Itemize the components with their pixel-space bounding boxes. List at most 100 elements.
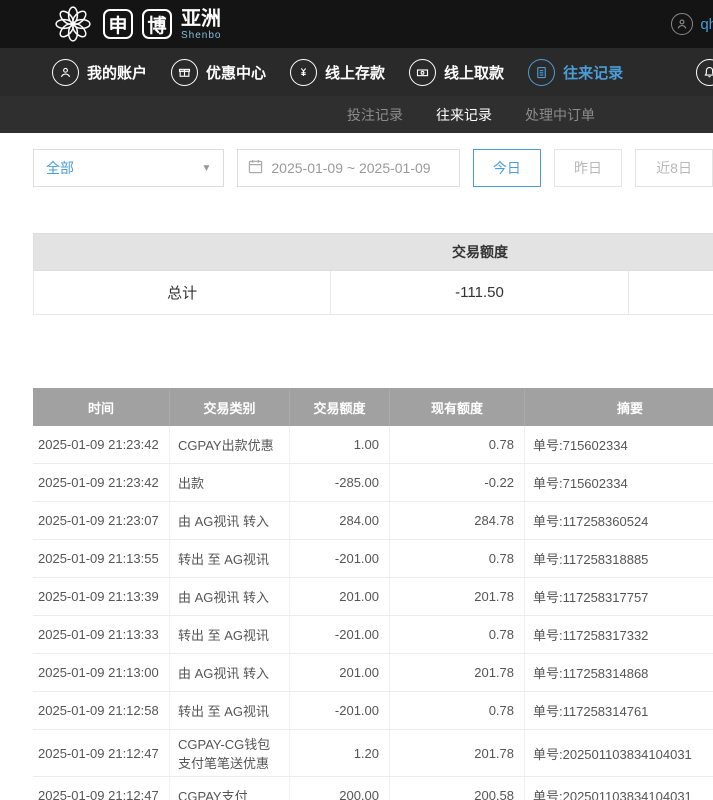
cell-time: 2025-01-09 21:23:42 (33, 464, 170, 501)
table-row: 2025-01-09 21:23:42 CGPAY出款优惠 1.00 0.78 … (33, 426, 713, 464)
summary-empty-cell (629, 271, 713, 314)
tab-processing-orders[interactable]: 处理中订单 (525, 105, 595, 125)
last-8-days-button[interactable]: 近8日 (635, 149, 713, 187)
cell-time: 2025-01-09 21:13:33 (33, 616, 170, 653)
cell-note: 单号:117258360524 (525, 502, 713, 539)
cell-amount: 1.00 (290, 426, 390, 463)
cell-note: 单号:117258314868 (525, 654, 713, 691)
chevron-down-icon: ▼ (201, 163, 211, 174)
cell-balance: 0.78 (390, 616, 525, 653)
cell-time: 2025-01-09 21:23:07 (33, 502, 170, 539)
table-row: 2025-01-09 21:12:58 转出 至 AG视讯 -201.00 0.… (33, 692, 713, 730)
table-row: 2025-01-09 21:13:33 转出 至 AG视讯 -201.00 0.… (33, 616, 713, 654)
bell-icon[interactable] (696, 59, 713, 86)
cell-type: 转出 至 AG视讯 (170, 692, 290, 729)
tab-transaction-records[interactable]: 往来记录 (436, 105, 492, 125)
cell-type: 由 AG视讯 转入 (170, 578, 290, 615)
cell-time: 2025-01-09 21:12:47 (33, 777, 170, 800)
deposit-icon (290, 59, 317, 86)
tab-betting-records[interactable]: 投注记录 (347, 105, 403, 125)
cell-note: 单号:117258317757 (525, 578, 713, 615)
cell-type: 转出 至 AG视讯 (170, 540, 290, 577)
cell-amount: 284.00 (290, 502, 390, 539)
table-row: 2025-01-09 21:13:39 由 AG视讯 转入 201.00 201… (33, 578, 713, 616)
summary-header: 交易额度 (33, 233, 713, 271)
main-navigation: 我的账户 优惠中心 线上存款 线上取款 (0, 48, 713, 96)
cell-balance: 201.78 (390, 730, 525, 776)
cell-balance: -0.22 (390, 464, 525, 501)
header-type: 交易类别 (170, 388, 290, 426)
table-row: 2025-01-09 21:13:00 由 AG视讯 转入 201.00 201… (33, 654, 713, 692)
yesterday-button[interactable]: 昨日 (554, 149, 622, 187)
today-button[interactable]: 今日 (473, 149, 541, 187)
nav-item-my-account[interactable]: 我的账户 (52, 59, 147, 86)
top-header-bar: 申 博 亚洲 Shenbo qh (0, 0, 713, 48)
cell-time: 2025-01-09 21:13:55 (33, 540, 170, 577)
nav-label: 我的账户 (87, 62, 147, 83)
user-icon (52, 59, 79, 86)
table-header-row: 时间 交易类别 交易额度 现有额度 摘要 (33, 388, 713, 426)
records-icon (528, 59, 555, 86)
cell-balance: 200.58 (390, 777, 525, 800)
brand-char-bo: 博 (142, 9, 172, 39)
cell-time: 2025-01-09 21:12:58 (33, 692, 170, 729)
cell-time: 2025-01-09 21:23:42 (33, 426, 170, 463)
cell-note: 单号:117258317332 (525, 616, 713, 653)
records-sub-navigation: 投注记录 往来记录 处理中订单 (0, 96, 713, 133)
nav-item-transaction-records[interactable]: 往来记录 (528, 59, 623, 86)
nav-item-promotions[interactable]: 优惠中心 (171, 59, 266, 86)
cell-note: 单号:715602334 (525, 464, 713, 501)
summary-total-label: 总计 (34, 271, 331, 314)
nav-label: 线上存款 (325, 62, 385, 83)
cell-balance: 0.78 (390, 540, 525, 577)
cell-type: CGPAY出款优惠 (170, 426, 290, 463)
cell-amount: 200.00 (290, 777, 390, 800)
category-select[interactable]: 全部 ▼ (33, 149, 224, 187)
cell-type: 由 AG视讯 转入 (170, 502, 290, 539)
cell-amount: -201.00 (290, 616, 390, 653)
table-row: 2025-01-09 21:13:55 转出 至 AG视讯 -201.00 0.… (33, 540, 713, 578)
table-row: 2025-01-09 21:12:47 CGPAY支付 200.00 200.5… (33, 777, 713, 800)
nav-item-deposit[interactable]: 线上存款 (290, 59, 385, 86)
header-balance: 现有额度 (390, 388, 525, 426)
user-account-menu[interactable]: qh (671, 0, 713, 48)
filter-bar: 全部 ▼ 2025-01-09 ~ 2025-01-09 今日 昨日 近8日 (33, 149, 713, 187)
table-row: 2025-01-09 21:23:07 由 AG视讯 转入 284.00 284… (33, 502, 713, 540)
cell-note: 单号:715602334 (525, 426, 713, 463)
summary-table: 交易额度 总计 -111.50 (33, 233, 713, 315)
summary-total-row: 总计 -111.50 (33, 271, 713, 315)
cell-amount: -201.00 (290, 540, 390, 577)
cell-time: 2025-01-09 21:13:39 (33, 578, 170, 615)
nav-label: 往来记录 (563, 62, 623, 83)
brand-logo[interactable]: 申 博 亚洲 Shenbo (52, 3, 221, 45)
cell-balance: 0.78 (390, 426, 525, 463)
table-row: 2025-01-09 21:12:47 CGPAY-CG钱包支付笔笔送优惠 1.… (33, 730, 713, 777)
nav-label: 优惠中心 (206, 62, 266, 83)
transaction-records-table: 时间 交易类别 交易额度 现有额度 摘要 2025-01-09 21:23:42… (33, 388, 713, 800)
cell-amount: -201.00 (290, 692, 390, 729)
cell-balance: 201.78 (390, 578, 525, 615)
cell-type: CGPAY-CG钱包支付笔笔送优惠 (170, 730, 290, 776)
header-time: 时间 (33, 388, 170, 426)
nav-item-withdraw[interactable]: 线上取款 (409, 59, 504, 86)
cell-type: 转出 至 AG视讯 (170, 616, 290, 653)
cell-balance: 284.78 (390, 502, 525, 539)
cell-balance: 0.78 (390, 692, 525, 729)
cell-balance: 201.78 (390, 654, 525, 691)
cell-note: 单号:117258318885 (525, 540, 713, 577)
gift-icon (171, 59, 198, 86)
table-row: 2025-01-09 21:23:42 出款 -285.00 -0.22 单号:… (33, 464, 713, 502)
cell-amount: 1.20 (290, 730, 390, 776)
header-note: 摘要 (525, 388, 713, 426)
cell-amount: 201.00 (290, 578, 390, 615)
username-text[interactable]: qh (700, 16, 713, 33)
brand-subtitle: Shenbo (181, 30, 221, 41)
cell-note: 单号:202501103834104031 (525, 777, 713, 800)
date-range-input[interactable]: 2025-01-09 ~ 2025-01-09 (237, 149, 459, 187)
brand-region: 亚洲 (181, 8, 221, 30)
calendar-icon (248, 159, 263, 177)
cell-type: CGPAY支付 (170, 777, 290, 800)
brand-char-shen: 申 (103, 9, 133, 39)
cell-time: 2025-01-09 21:13:00 (33, 654, 170, 691)
cell-type: 由 AG视讯 转入 (170, 654, 290, 691)
